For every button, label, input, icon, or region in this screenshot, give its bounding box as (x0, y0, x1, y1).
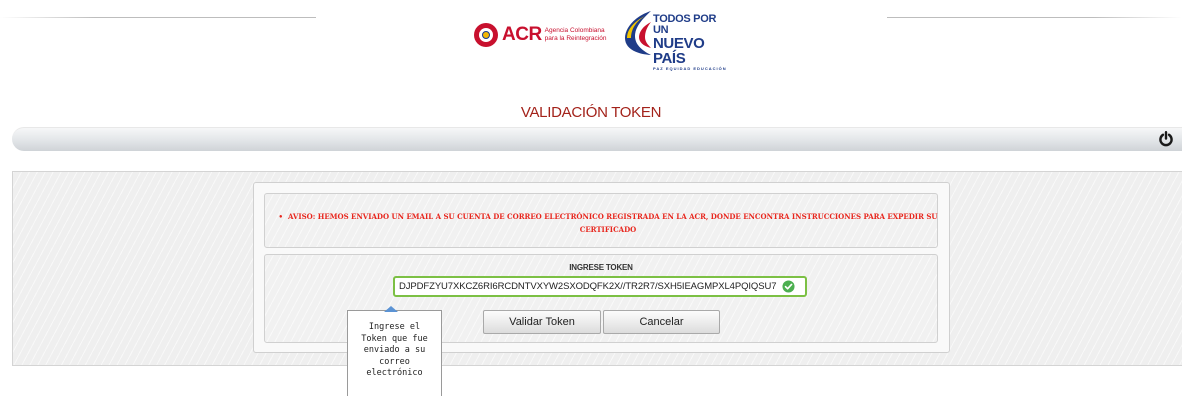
tooltip-arrow-icon (384, 306, 398, 312)
tooltip-text: Ingrese el Token que fue enviado a su co… (361, 322, 428, 378)
check-circle-icon (782, 280, 795, 293)
acr-logo-subtitle: Agencia Colombiana para la Reintegración (544, 27, 607, 42)
gov-logo-text: TODOS POR UN NUEVO PAÍS PAZ EQUIDAD EDUC… (653, 13, 727, 72)
header-divider-right (887, 17, 1182, 18)
cancel-button[interactable]: Cancelar (603, 310, 720, 334)
acr-seal-icon (474, 23, 498, 47)
notice-message: • AVISO: HEMOS ENVIADO UN EMAIL A SU CUEN… (278, 210, 938, 236)
acr-logo: ACR Agencia Colombiana para la Reintegra… (474, 22, 606, 48)
validate-token-button[interactable]: Validar Token (483, 310, 601, 334)
token-input[interactable] (393, 276, 807, 297)
colombia-swoosh-icon (625, 11, 651, 55)
token-label: INGRESE TOKEN (569, 263, 633, 272)
page-title: VALIDACIÓN TOKEN (520, 104, 662, 121)
todos-por-un-nuevo-pais-logo: TODOS POR UN NUEVO PAÍS PAZ EQUIDAD EDUC… (621, 8, 733, 71)
power-icon[interactable] (1158, 131, 1174, 147)
acr-logo-acronym: ACR (502, 24, 542, 45)
header-divider-left (0, 17, 316, 18)
notice-bullet: • (278, 212, 283, 221)
notice-text: AVISO: HEMOS ENVIADO UN EMAIL A SU CUENT… (287, 212, 938, 234)
top-toolbar (12, 127, 1182, 151)
